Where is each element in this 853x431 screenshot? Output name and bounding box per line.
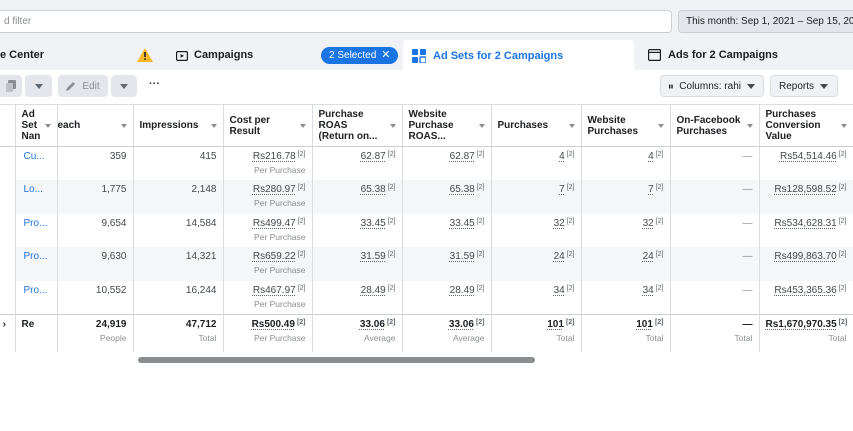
table-row[interactable]: Lo... 1,775 2,148 Rs280.97 [2] Per Purchas… bbox=[0, 180, 853, 214]
duplicate-dropdown-button[interactable] bbox=[25, 75, 52, 97]
sort-icon bbox=[657, 124, 664, 128]
horizontal-scrollbar[interactable] bbox=[138, 357, 535, 363]
sort-icon bbox=[389, 124, 396, 128]
chevron-down-icon bbox=[120, 83, 128, 89]
sort-icon bbox=[568, 124, 575, 128]
sort-icon bbox=[44, 124, 51, 128]
tab-ads-label: Ads for 2 Campaigns bbox=[668, 49, 779, 61]
ad-set-name-link[interactable]: Pro... bbox=[15, 213, 58, 247]
columns-icon bbox=[669, 84, 674, 88]
reach-cell: 10,552 bbox=[57, 280, 134, 314]
ad-set-name-link[interactable]: Lo... bbox=[15, 180, 58, 214]
column-header-reach[interactable]: each bbox=[57, 104, 134, 147]
chevron-down-icon bbox=[34, 83, 43, 89]
table-row[interactable]: Pro... 10,552 16,244 Rs467.97 [2] Per Purc… bbox=[0, 280, 853, 314]
on-facebook-purchases-cell: — bbox=[670, 213, 760, 247]
row-select-cell[interactable] bbox=[0, 180, 16, 214]
tab-account-center[interactable]: e Center bbox=[0, 40, 162, 70]
ad-set-name-link[interactable]: Pro... bbox=[15, 247, 58, 281]
cost-per-result-cell: Rs659.22 [2] Per Purchase bbox=[223, 247, 313, 281]
tab-account-label: e Center bbox=[0, 49, 45, 61]
top-bar: d filter This month: Sep 1, 2021 – Sep 1… bbox=[0, 0, 853, 42]
impressions-cell: 16,244 bbox=[133, 280, 224, 314]
table-row[interactable]: Cu... 359 415 Rs216.78 [2] Per Purchase 62… bbox=[0, 146, 853, 180]
sort-icon bbox=[299, 124, 306, 128]
impressions-cell: 14,321 bbox=[133, 247, 224, 281]
on-facebook-purchases-cell: — bbox=[670, 180, 760, 214]
columns-button[interactable]: Columns: rahi bbox=[660, 75, 764, 97]
impressions-cell: 14,584 bbox=[133, 213, 224, 247]
expand-toggle[interactable]: › bbox=[0, 313, 16, 352]
reports-button[interactable]: Reports bbox=[770, 75, 838, 97]
column-header-website-purchases[interactable]: Website Purchases bbox=[581, 104, 671, 147]
cost-per-result-cell: Rs280.97 [2] Per Purchase bbox=[223, 180, 313, 214]
reports-label: Reports bbox=[779, 80, 815, 92]
level-tabs: e Center Campaigns Ad Sets for 2 Campaig… bbox=[0, 40, 853, 71]
columns-label: Columns: rahi bbox=[679, 80, 741, 92]
reach-cell: 9,630 bbox=[57, 247, 134, 281]
table-row[interactable]: Pro... 9,630 14,321 Rs659.22 [2] Per Purch… bbox=[0, 247, 853, 281]
reach-cell: 9,654 bbox=[57, 213, 134, 247]
row-select-cell[interactable] bbox=[0, 247, 16, 281]
cost-per-result-cell: Rs216.78 [2] Per Purchase bbox=[223, 146, 313, 180]
folder-icon bbox=[176, 50, 188, 61]
close-icon[interactable]: ✕ bbox=[381, 47, 390, 64]
on-facebook-purchases-cell: — bbox=[670, 280, 760, 314]
impressions-cell: 415 bbox=[133, 146, 224, 180]
sort-icon bbox=[120, 124, 127, 128]
selected-campaigns-badge[interactable]: 2 Selected ✕ bbox=[321, 47, 399, 64]
chevron-down-icon bbox=[747, 83, 755, 89]
pencil-icon bbox=[66, 82, 76, 91]
edit-button[interactable]: Edit bbox=[58, 75, 108, 97]
sort-icon bbox=[840, 124, 847, 128]
duplicate-button[interactable] bbox=[0, 75, 22, 97]
more-options-button[interactable]: ··· bbox=[149, 78, 160, 90]
edit-label: Edit bbox=[82, 80, 100, 92]
column-header-purchase-roas[interactable]: Purchase ROAS (Return on... bbox=[312, 104, 403, 147]
tab-ads[interactable]: Ads for 2 Campaigns bbox=[638, 40, 853, 70]
date-range-picker[interactable]: This month: Sep 1, 2021 – Sep 15, 2021 bbox=[678, 10, 853, 33]
ad-set-name-link[interactable]: Cu... bbox=[15, 146, 58, 180]
row-select-header bbox=[0, 104, 16, 147]
tab-ad-sets[interactable]: Ad Sets for 2 Campaigns bbox=[403, 40, 634, 71]
sort-icon bbox=[478, 124, 485, 128]
selected-count-label: 2 Selected bbox=[329, 50, 377, 61]
sort-icon bbox=[746, 124, 753, 128]
row-select-cell[interactable] bbox=[0, 280, 16, 314]
ad-set-name-link[interactable]: Pro... bbox=[15, 280, 58, 314]
cost-per-result-cell: Rs467.97 [2] Per Purchase bbox=[223, 280, 313, 314]
column-header-website-purchase-roas[interactable]: Website Purchase ROAS... bbox=[402, 104, 492, 147]
toolbar: Edit ··· Columns: rahi Reports bbox=[0, 70, 853, 104]
column-header-purchases-conversion-value[interactable]: Purchases Conversion Value bbox=[759, 104, 853, 147]
edit-dropdown-button[interactable] bbox=[111, 75, 137, 97]
column-header-cost-per-result[interactable]: Cost per Result bbox=[223, 104, 313, 147]
grid-icon bbox=[412, 48, 426, 63]
warning-icon bbox=[137, 48, 153, 62]
tab-campaigns-label: Campaigns bbox=[194, 49, 254, 61]
column-header-purchases[interactable]: Purchases bbox=[491, 104, 582, 147]
column-header-on-facebook-purchases[interactable]: On-Facebook Purchases bbox=[670, 104, 760, 147]
row-select-cell[interactable] bbox=[0, 213, 16, 247]
totals-row: › Re 24,919 People 47,712 Total Rs500.49 [2… bbox=[0, 313, 853, 352]
chevron-down-icon bbox=[820, 83, 829, 89]
reach-cell: 359 bbox=[57, 146, 134, 180]
sort-icon bbox=[210, 124, 217, 128]
totals-label: Re bbox=[15, 313, 58, 352]
search-filter-input[interactable]: d filter bbox=[0, 10, 672, 33]
impressions-cell: 2,148 bbox=[133, 180, 224, 214]
ad-icon bbox=[648, 49, 661, 61]
duplicate-icon bbox=[6, 80, 16, 92]
table-row[interactable]: Pro... 9,654 14,584 Rs499.47 [2] Per Purch… bbox=[0, 213, 853, 247]
row-select-cell[interactable] bbox=[0, 146, 16, 180]
tab-ad-sets-label: Ad Sets for 2 Campaigns bbox=[433, 49, 564, 62]
on-facebook-purchases-cell: — bbox=[670, 247, 760, 281]
cost-per-result-cell: Rs499.47 [2] Per Purchase bbox=[223, 213, 313, 247]
reach-cell: 1,775 bbox=[57, 180, 134, 214]
column-header-impressions[interactable]: Impressions bbox=[133, 104, 224, 147]
ad-sets-table: Ad Set Nan each Impressions Cost per Res… bbox=[0, 104, 853, 354]
column-header-ad-set-name[interactable]: Ad Set Nan bbox=[15, 104, 58, 147]
on-facebook-purchases-cell: — bbox=[670, 146, 760, 180]
